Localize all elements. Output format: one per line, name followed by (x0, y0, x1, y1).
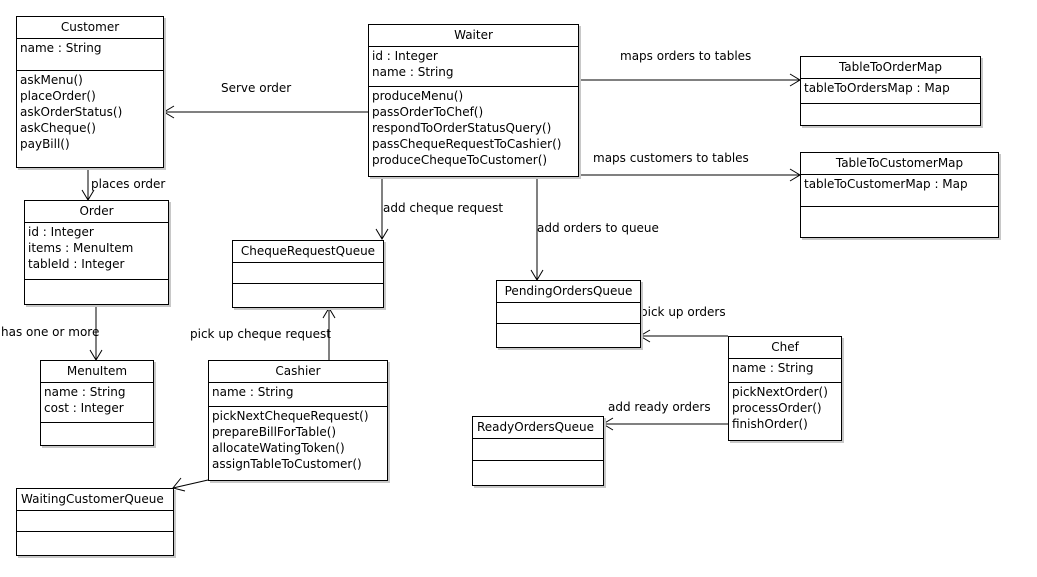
attribute: items : MenuItem (28, 241, 134, 255)
attribute: cost : Integer (44, 401, 124, 415)
label-places-order: places order (91, 177, 166, 191)
attribute: name : String (20, 41, 102, 55)
attributes-section (233, 263, 383, 284)
methods-section (801, 104, 980, 107)
class-name: Waiter (369, 25, 578, 47)
edge-add-ready-orders (602, 417, 728, 431)
methods-section (41, 423, 153, 426)
methods-section: pickNextChequeRequest() prepareBillForTa… (209, 407, 387, 474)
class-name: WaitingCustomerQueue (17, 489, 173, 511)
attributes-section (497, 303, 640, 324)
label-maps-customers-to-tables: maps customers to tables (593, 151, 749, 165)
attribute: tableToOrdersMap : Map (804, 81, 950, 95)
attribute: id : Integer (28, 225, 94, 239)
label-pick-up-orders: pick up orders (640, 305, 726, 319)
attributes-section: id : Integer items : MenuItem tableId : … (25, 223, 168, 280)
label-serve-order: Serve order (221, 81, 292, 95)
method: passOrderToChef() (372, 105, 484, 119)
label-pick-up-cheque-request: pick up cheque request (190, 327, 331, 341)
attribute: tableToCustomerMap : Map (804, 177, 968, 191)
attribute: name : String (212, 385, 294, 399)
method: respondToOrderStatusQuery() (372, 121, 552, 135)
class-waiting-customer-queue[interactable]: WaitingCustomerQueue (16, 488, 174, 556)
class-cheque-request-queue[interactable]: ChequeRequestQueue (232, 240, 384, 308)
method: pickNextChequeRequest() (212, 409, 369, 423)
attribute: id : Integer (372, 49, 438, 63)
method: askOrderStatus() (20, 105, 123, 119)
class-order[interactable]: Order id : Integer items : MenuItem tabl… (24, 200, 169, 305)
class-name: PendingOrdersQueue (497, 281, 640, 303)
method: produceMenu() (372, 89, 464, 103)
attributes-section: id : Integer name : String (369, 47, 578, 87)
class-chef[interactable]: Chef name : String pickNextOrder() proce… (728, 336, 842, 441)
edge-maps-customers-to-tables (578, 168, 801, 182)
edge-maps-orders-to-tables (578, 73, 801, 87)
methods-section (473, 461, 603, 464)
method: processOrder() (732, 401, 822, 415)
class-name: TableToOrderMap (801, 57, 980, 79)
attributes-section (17, 511, 173, 532)
class-name: ReadyOrdersQueue (473, 417, 603, 439)
class-menu-item[interactable]: MenuItem name : String cost : Integer (40, 360, 154, 446)
methods-section (17, 532, 173, 535)
attributes-section: tableToCustomerMap : Map (801, 175, 998, 207)
methods-section (25, 280, 168, 283)
attribute: tableId : Integer (28, 257, 125, 271)
class-cashier[interactable]: Cashier name : String pickNextChequeRequ… (208, 360, 388, 481)
methods-section (233, 284, 383, 287)
attribute: name : String (44, 385, 126, 399)
method: produceChequeToCustomer() (372, 153, 548, 167)
class-customer[interactable]: Customer name : String askMenu() placeOr… (16, 16, 164, 168)
label-maps-orders-to-tables: maps orders to tables (620, 49, 752, 63)
class-table-to-customer-map[interactable]: TableToCustomerMap tableToCustomerMap : … (800, 152, 999, 238)
class-name: Chef (729, 337, 841, 359)
class-waiter[interactable]: Waiter id : Integer name : String produc… (368, 24, 579, 177)
label-add-ready-orders: add ready orders (608, 400, 711, 414)
class-name: TableToCustomerMap (801, 153, 998, 175)
method: askCheque() (20, 121, 96, 135)
label-add-cheque-request: add cheque request (383, 201, 504, 215)
class-name: MenuItem (41, 361, 153, 383)
methods-section: pickNextOrder() processOrder() finishOrd… (729, 383, 841, 434)
edge-pick-up-orders (639, 329, 728, 343)
class-name: ChequeRequestQueue (233, 241, 383, 263)
method: finishOrder() (732, 417, 808, 431)
attribute: name : String (372, 65, 454, 79)
method: placeOrder() (20, 89, 96, 103)
attributes-section: name : String (209, 383, 387, 407)
methods-section: askMenu() placeOrder() askOrderStatus() … (17, 71, 163, 154)
attributes-section: name : String (17, 39, 163, 71)
edge-serve-order (163, 105, 369, 119)
attributes-section: tableToOrdersMap : Map (801, 79, 980, 104)
attributes-section: name : String cost : Integer (41, 383, 153, 423)
label-add-orders-to-queue: add orders to queue (537, 221, 659, 235)
method: passChequeRequestToCashier() (372, 137, 562, 151)
class-pending-orders-queue[interactable]: PendingOrdersQueue (496, 280, 641, 348)
method: pickNextOrder() (732, 385, 828, 399)
attributes-section: name : String (729, 359, 841, 383)
method: payBill() (20, 137, 70, 151)
method: assignTableToCustomer() (212, 457, 362, 471)
class-table-to-order-map[interactable]: TableToOrderMap tableToOrdersMap : Map (800, 56, 981, 126)
class-name: Order (25, 201, 168, 223)
class-name: Cashier (209, 361, 387, 383)
methods-section: produceMenu() passOrderToChef() respondT… (369, 87, 578, 170)
method: askMenu() (20, 73, 83, 87)
class-ready-orders-queue[interactable]: ReadyOrdersQueue (472, 416, 604, 486)
methods-section (801, 207, 998, 210)
class-name: Customer (17, 17, 163, 39)
label-has-one-or-more: has one or more (1, 325, 100, 339)
edge-cashier-to-waiting-queue (172, 477, 209, 492)
methods-section (497, 324, 640, 327)
method: prepareBillForTable() (212, 425, 337, 439)
attribute: name : String (732, 361, 814, 375)
attributes-section (473, 439, 603, 461)
method: allocateWatingToken() (212, 441, 345, 455)
